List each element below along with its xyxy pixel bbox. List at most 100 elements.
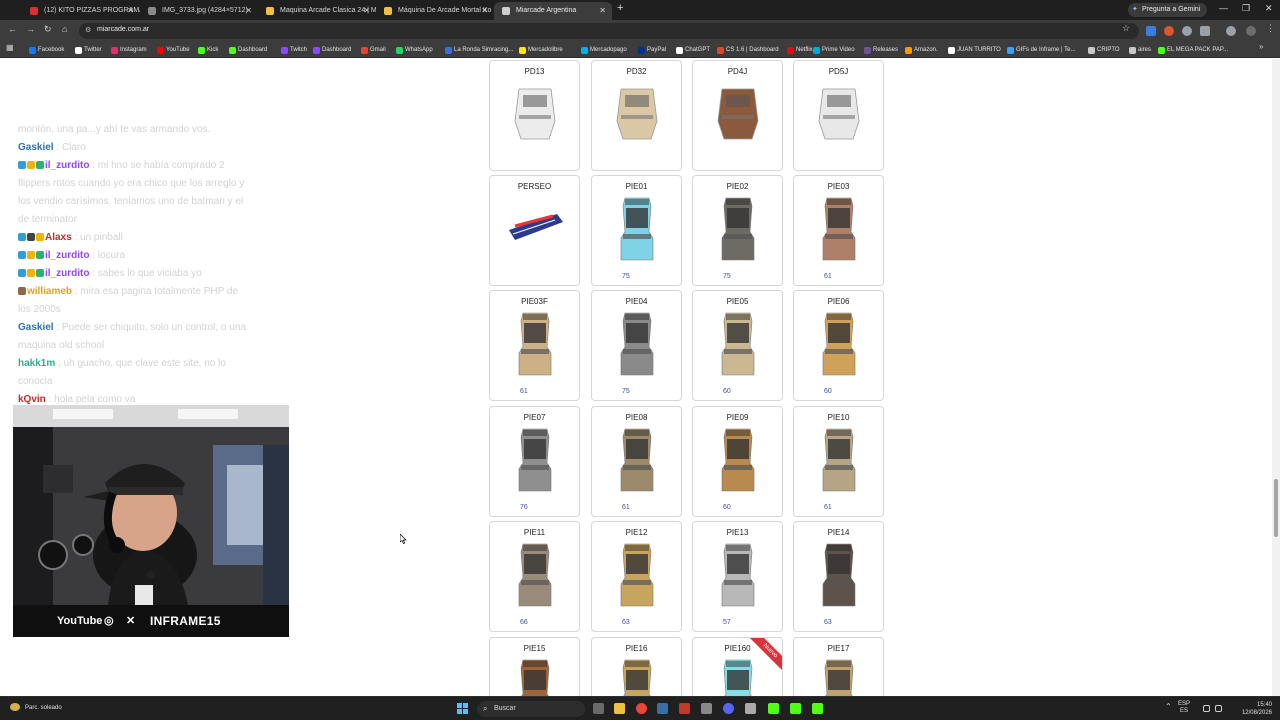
product-image[interactable] (607, 196, 667, 262)
product-image[interactable] (809, 542, 869, 608)
bookmark-item[interactable]: Releases (864, 45, 898, 55)
apps-grid-icon[interactable]: ▦ (6, 43, 14, 52)
forward-icon[interactable]: → (26, 24, 35, 34)
product-image[interactable] (607, 81, 667, 147)
bookmark-item[interactable]: Mercadopago (581, 45, 627, 55)
product-card[interactable]: PIE02 75 (692, 175, 783, 286)
bookmark-item[interactable]: Twitter (75, 45, 102, 55)
product-card[interactable]: PIE160 Nuevo (692, 637, 783, 696)
product-image[interactable] (505, 81, 565, 147)
language-indicator[interactable]: ESP ES (1178, 701, 1190, 715)
product-card[interactable]: PIE06 60 (793, 290, 884, 401)
close-tab-icon[interactable]: ✕ (363, 2, 370, 19)
close-tab-icon[interactable]: ✕ (599, 2, 606, 19)
product-image[interactable] (708, 542, 768, 608)
tab-2[interactable]: IMG_3733.jpg (4284×5712) ✕ (140, 2, 258, 20)
product-image[interactable] (809, 81, 869, 147)
close-tab-icon[interactable]: ✕ (245, 2, 252, 19)
product-image[interactable] (505, 542, 565, 608)
network-icon[interactable] (1203, 705, 1210, 712)
close-tab-icon[interactable]: ✕ (127, 2, 134, 19)
bookmark-item[interactable]: YouTube (157, 45, 190, 55)
product-image[interactable] (708, 81, 768, 147)
extension-icon[interactable] (1182, 26, 1192, 36)
extension-icon[interactable] (1164, 26, 1174, 36)
steam-icon[interactable] (657, 703, 668, 714)
extension-icon[interactable] (1146, 26, 1156, 36)
product-image[interactable] (809, 658, 869, 696)
bookmark-item[interactable]: JUAN TURRITO (948, 45, 1001, 55)
site-info-icon[interactable]: ⚙ (85, 26, 93, 35)
product-card[interactable]: PD13 (489, 60, 580, 171)
menu-icon[interactable]: ⋮ (1266, 23, 1275, 34)
product-card[interactable]: PIE10 61 (793, 406, 884, 517)
bookmark-item[interactable]: EL MEGA PACK PAP... (1158, 45, 1228, 55)
restore-icon[interactable]: ❐ (1242, 3, 1250, 14)
address-bar[interactable]: ⚙ miarcade.com.ar (79, 23, 1139, 39)
product-image[interactable] (809, 196, 869, 262)
product-card[interactable]: PIE05 60 (692, 290, 783, 401)
product-card[interactable]: PIE09 60 (692, 406, 783, 517)
task-view-icon[interactable] (593, 703, 604, 714)
product-card[interactable]: PIE04 75 (591, 290, 682, 401)
close-tab-icon[interactable]: ✕ (481, 2, 488, 19)
product-card[interactable]: PIE03 61 (793, 175, 884, 286)
product-image[interactable] (708, 658, 768, 696)
bookmark-item[interactable]: Amazon. (905, 45, 938, 55)
file-explorer-icon[interactable] (614, 703, 625, 714)
product-image[interactable] (607, 658, 667, 696)
product-image[interactable] (505, 196, 565, 262)
tab-1[interactable]: (12) KITO PIZZAS PROGRAMA ✕ (22, 2, 140, 20)
new-tab-icon[interactable]: + (617, 2, 623, 14)
product-card[interactable]: PERSEO (489, 175, 580, 286)
extensions-puzzle-icon[interactable] (1200, 26, 1210, 36)
product-card[interactable]: PIE14 63 (793, 521, 884, 632)
product-image[interactable] (809, 427, 869, 493)
bookmark-item[interactable]: Facebook (29, 45, 64, 55)
bookmark-item[interactable]: Prime Video (813, 45, 855, 55)
chevron-up-icon[interactable]: ⌃ (1165, 702, 1172, 711)
bookmark-item[interactable]: CRIPTO (1088, 45, 1120, 55)
bookmark-item[interactable]: CS 1.6 | Dashboard (717, 45, 779, 55)
tab-3[interactable]: Maquina Arcade Clasica 24 | M ✕ (258, 2, 376, 20)
reload-icon[interactable]: ↻ (44, 24, 52, 35)
app-icon[interactable] (701, 703, 712, 714)
volume-icon[interactable] (1215, 705, 1222, 712)
product-card[interactable]: PD4J (692, 60, 783, 171)
bookmark-item[interactable]: Twitch (281, 45, 307, 55)
close-window-icon[interactable]: ✕ (1265, 3, 1273, 14)
bookmark-item[interactable]: Dashboard (229, 45, 267, 55)
kick-icon[interactable] (812, 703, 823, 714)
product-image[interactable] (505, 311, 565, 377)
product-card[interactable]: PD32 (591, 60, 682, 171)
start-button[interactable] (457, 703, 468, 714)
minimize-icon[interactable]: — (1219, 3, 1228, 13)
bookmark-item[interactable]: PayPal (638, 45, 666, 55)
product-image[interactable] (708, 196, 768, 262)
back-icon[interactable]: ← (8, 24, 17, 34)
product-image[interactable] (708, 311, 768, 377)
product-image[interactable] (607, 311, 667, 377)
product-image[interactable] (708, 427, 768, 493)
product-card[interactable]: PD5J (793, 60, 884, 171)
gemini-button[interactable]: ✦ Pregunta a Gemini (1128, 3, 1208, 17)
product-image[interactable] (505, 658, 565, 696)
bookmark-item[interactable]: ChatGPT (676, 45, 710, 55)
discord-icon[interactable] (723, 703, 734, 714)
app-icon[interactable] (679, 703, 690, 714)
bookmark-item[interactable]: Gmail (361, 45, 386, 55)
product-card[interactable]: PIE01 75 (591, 175, 682, 286)
bookmark-item[interactable]: Netflix (787, 45, 813, 55)
kick-icon[interactable] (790, 703, 801, 714)
product-card[interactable]: PIE07 76 (489, 406, 580, 517)
product-card[interactable]: PIE15 (489, 637, 580, 696)
bookmark-item[interactable]: Instagram (111, 45, 147, 55)
weather-widget[interactable]: Parc. soleado (10, 703, 62, 711)
tab-4[interactable]: Máquina De Arcade Mortal Ko ✕ (376, 2, 494, 20)
product-card[interactable]: PIE08 61 (591, 406, 682, 517)
page-scrollbar[interactable] (1272, 59, 1280, 696)
chrome-icon[interactable] (636, 703, 647, 714)
home-icon[interactable]: ⌂ (62, 24, 67, 34)
taskbar-search[interactable]: ⌕ Buscar (477, 701, 585, 717)
bookmark-item[interactable]: WhatsApp (396, 45, 433, 55)
